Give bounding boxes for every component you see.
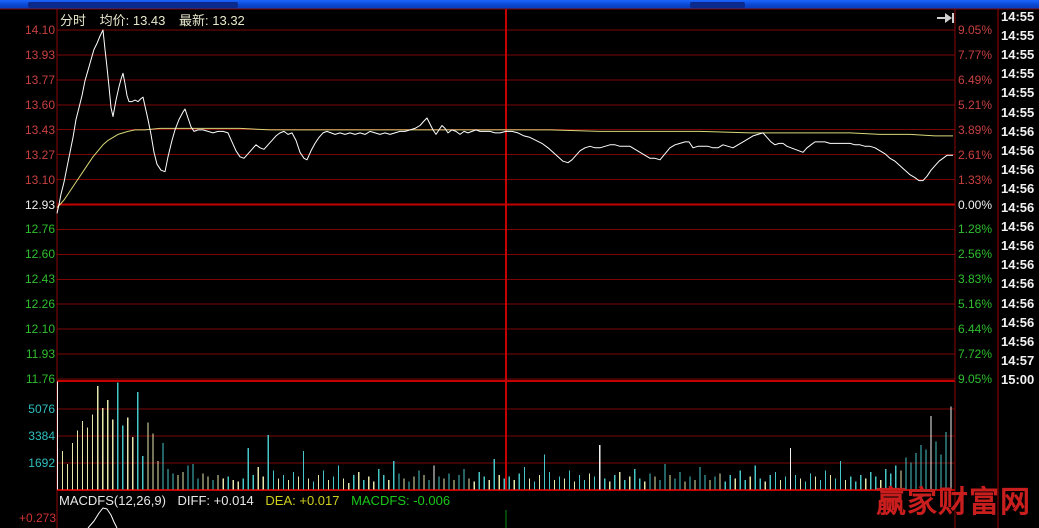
macd-curve <box>88 508 117 528</box>
macd-indicator-name[interactable]: MACDFS(12,26,9) <box>59 493 166 508</box>
macd-diff-value: DIFF: +0.014 <box>178 493 254 508</box>
period-label[interactable]: 分时 <box>60 13 86 28</box>
macd-status-row: MACDFS(12,26,9) DIFF: +0.014 DEA: +0.017… <box>59 493 458 508</box>
macd-dea-value: DEA: +0.017 <box>265 493 339 508</box>
skip-to-end-icon[interactable] <box>935 10 957 26</box>
chart-info-bar: 分时 均价: 13.43 最新: 13.32 <box>60 10 255 29</box>
intraday-chart-window: 分时 均价: 13.43 最新: 13.32 14.1013.9313.7713… <box>0 0 1039 528</box>
grid <box>0 9 1039 528</box>
macd-diff-curve <box>88 508 117 528</box>
site-watermark: 赢家财富网 <box>876 486 1038 520</box>
chart-canvas <box>0 0 1039 528</box>
last-price-value: 最新: 13.32 <box>179 13 245 28</box>
macd-macd-value: MACDFS: -0.006 <box>351 493 450 508</box>
avg-price-value: 均价: 13.43 <box>100 13 166 28</box>
